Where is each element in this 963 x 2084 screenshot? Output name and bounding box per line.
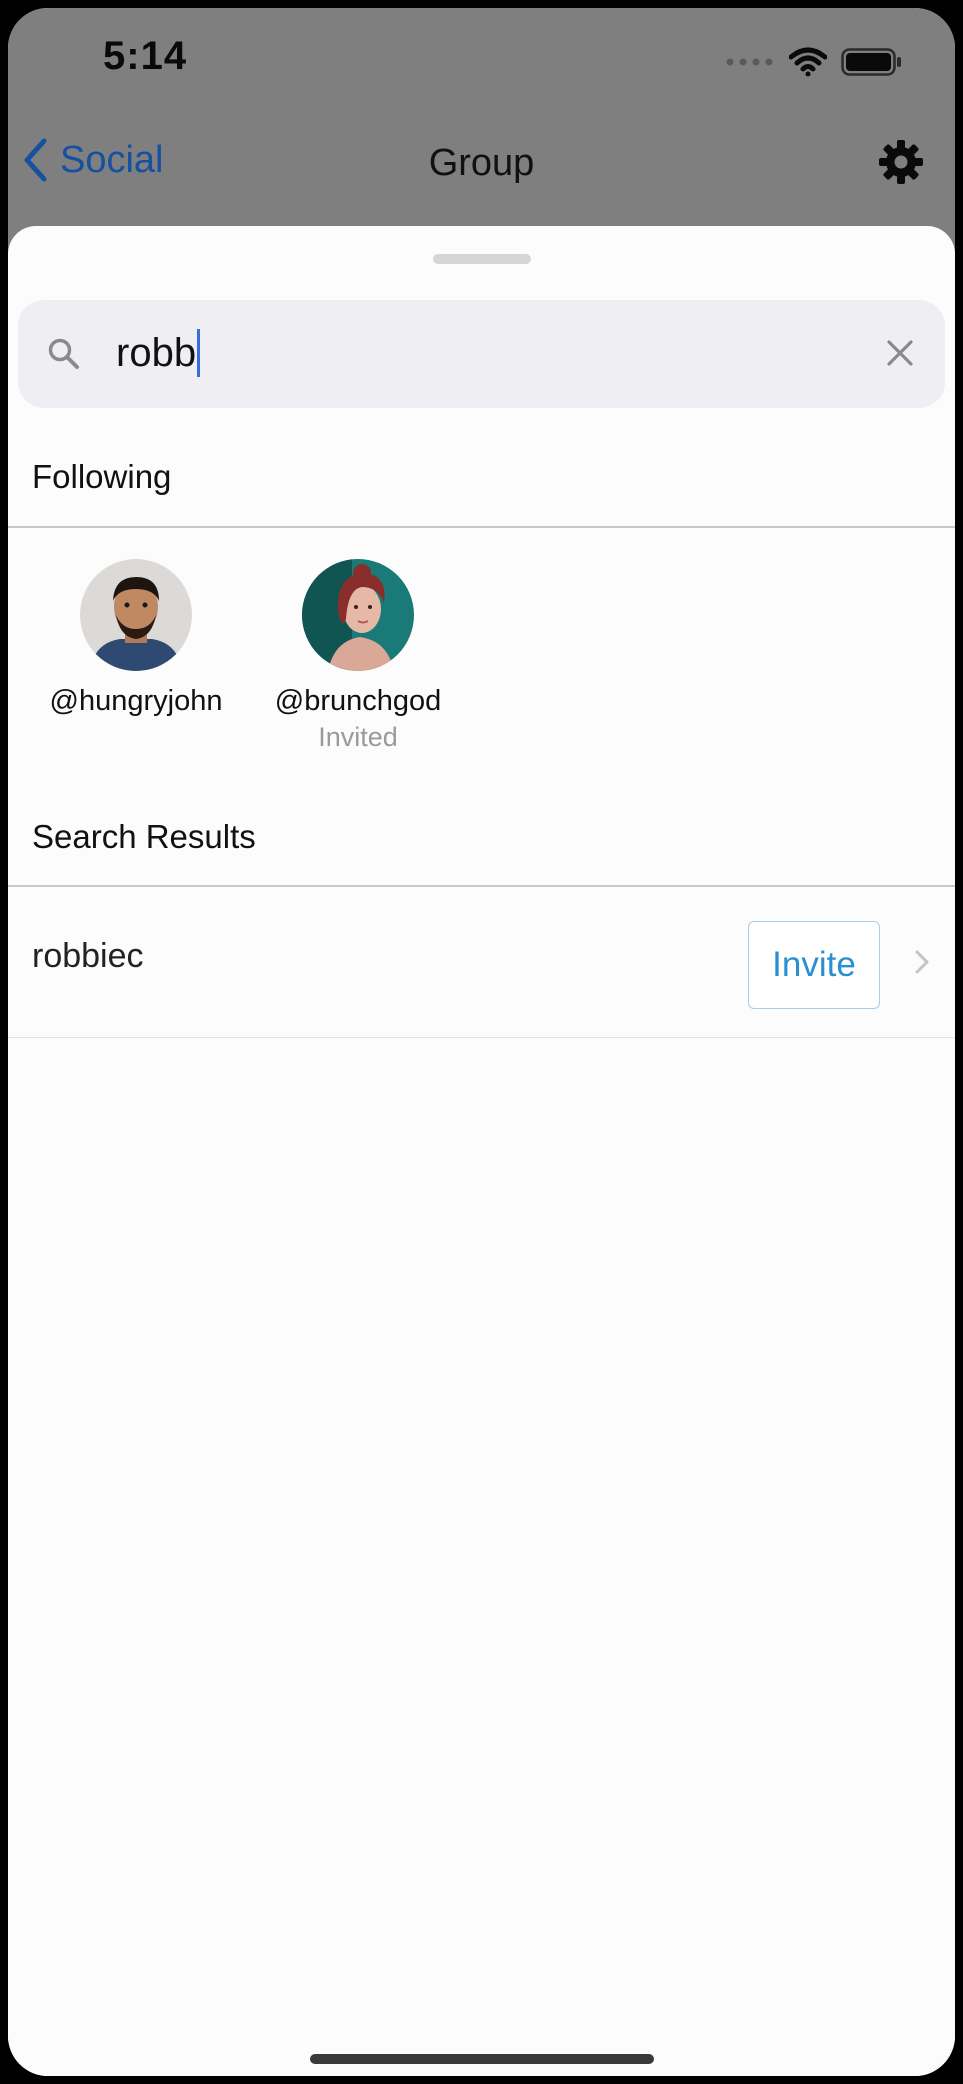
gear-icon[interactable] bbox=[877, 138, 925, 186]
search-icon bbox=[48, 338, 79, 369]
following-divider bbox=[8, 526, 955, 528]
search-field[interactable]: robb bbox=[18, 300, 945, 408]
phone-screen: 5:14 Social Group robb Following @hungry… bbox=[8, 8, 955, 2076]
sheet-grabber[interactable] bbox=[433, 254, 531, 264]
status-bar: 5:14 bbox=[8, 8, 955, 108]
chevron-right-icon bbox=[915, 950, 929, 974]
status-icons bbox=[725, 42, 903, 82]
person-handle: @hungryjohn bbox=[49, 685, 223, 717]
following-person-hungryjohn[interactable]: @hungryjohn bbox=[36, 559, 236, 722]
search-result-row[interactable]: robbiec Invite bbox=[8, 887, 955, 1037]
text-caret bbox=[197, 329, 201, 377]
navigation-bar: Social Group bbox=[8, 118, 955, 208]
signal-dots-icon bbox=[726, 58, 773, 66]
row-divider bbox=[8, 1037, 955, 1038]
result-username: robbiec bbox=[32, 937, 144, 975]
avatar bbox=[80, 559, 192, 671]
following-person-brunchgod[interactable]: @brunchgod Invited bbox=[258, 559, 458, 753]
wifi-icon bbox=[789, 47, 827, 77]
person-handle: @brunchgod bbox=[274, 685, 442, 717]
avatar bbox=[302, 559, 414, 671]
invite-button[interactable]: Invite bbox=[748, 921, 880, 1009]
status-time: 5:14 bbox=[103, 34, 188, 78]
search-input-value: robb bbox=[116, 330, 197, 375]
close-icon[interactable] bbox=[885, 338, 915, 368]
search-results-header: Search Results bbox=[32, 818, 256, 855]
following-header: Following bbox=[32, 458, 172, 495]
bottom-sheet: robb Following @hungryjohn @brunchgod In… bbox=[8, 226, 955, 2076]
battery-icon bbox=[841, 48, 901, 76]
search-input[interactable]: robb bbox=[116, 328, 201, 378]
person-status: Invited bbox=[318, 722, 398, 752]
page-title: Group bbox=[428, 142, 535, 184]
home-indicator[interactable] bbox=[310, 2054, 654, 2064]
